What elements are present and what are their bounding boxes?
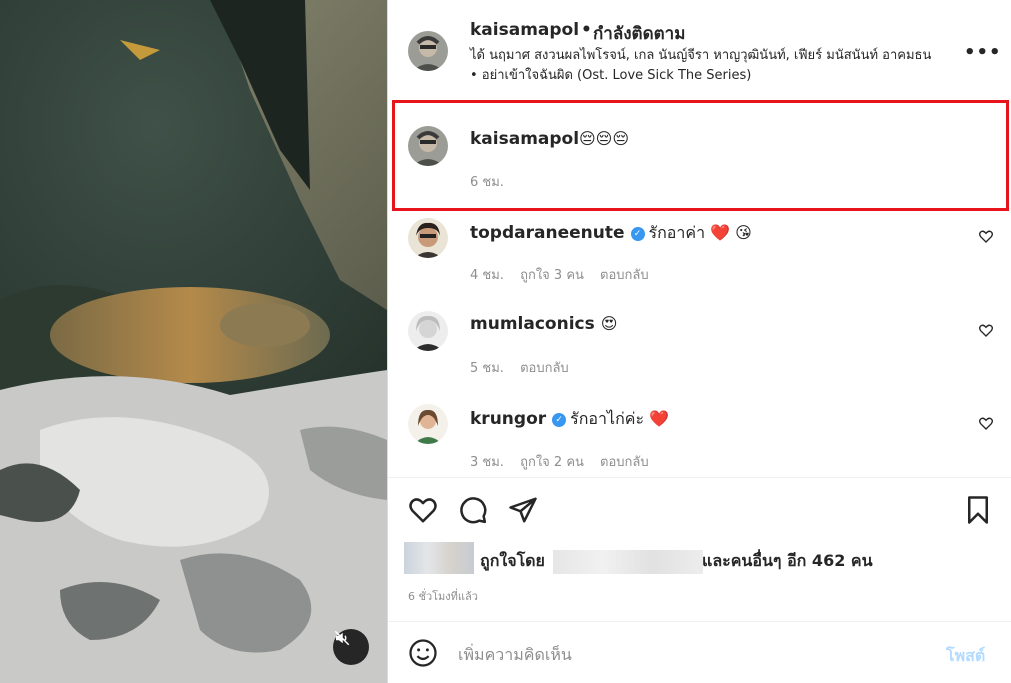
- actions-divider: [388, 477, 1011, 478]
- comment-like-icon[interactable]: [978, 415, 994, 431]
- comment-text: รักอาไก่ค่ะ ❤️: [570, 409, 670, 428]
- comment-username[interactable]: topdaraneenute ✓ รักอาค่า ❤️ 😘: [470, 221, 752, 246]
- highlight-box: [392, 100, 1009, 211]
- comment-text: รักอาค่า ❤️ 😘: [648, 223, 752, 242]
- reply-button[interactable]: ตอบกลับ: [600, 455, 649, 470]
- comment-time: 3 ชม.: [470, 455, 504, 470]
- comment-likes[interactable]: ถูกใจ 3 คน: [520, 268, 584, 283]
- reply-button[interactable]: ตอบกลับ: [520, 361, 569, 376]
- comment-likes[interactable]: ถูกใจ 2 คน: [520, 455, 584, 470]
- reply-button[interactable]: ตอบกลับ: [600, 268, 649, 283]
- header-separator: •: [581, 20, 592, 40]
- author-avatar[interactable]: [408, 31, 448, 71]
- mute-icon: [334, 630, 350, 646]
- post-button[interactable]: โพสต์: [946, 644, 985, 669]
- more-options-button[interactable]: •••: [964, 42, 1002, 63]
- liker-name-redacted[interactable]: [553, 550, 703, 574]
- comment-like-icon[interactable]: [978, 322, 994, 338]
- comment-time: 5 ชม.: [470, 361, 504, 376]
- comment-username[interactable]: krungor ✓ รักอาไก่ค่ะ ❤️: [470, 407, 669, 432]
- comment-avatar[interactable]: [408, 218, 448, 258]
- comments-panel: kaisamapol • กำลังติดตาม ได้ นฤมาศ สงวนผ…: [388, 0, 1011, 683]
- comment-avatar[interactable]: [408, 404, 448, 444]
- emoji-icon[interactable]: [408, 638, 438, 668]
- comment-meta: 3 ชม. ถูกใจ 2 คน ตอบกลับ: [470, 451, 661, 472]
- comment-avatar[interactable]: [408, 311, 448, 351]
- mute-button[interactable]: [333, 629, 369, 665]
- comment-meta: 4 ชม. ถูกใจ 3 คน ตอบกลับ: [470, 264, 661, 285]
- video-frame: [0, 0, 387, 683]
- verified-icon: ✓: [630, 227, 645, 241]
- comment-icon[interactable]: [458, 495, 488, 525]
- heart-icon[interactable]: [408, 495, 438, 525]
- likes-suffix[interactable]: และคนอื่นๆ อีก 462 คน: [702, 549, 873, 574]
- audio-attribution[interactable]: ได้ นฤมาศ สงวนผลไพโรจน์, เกล นันญ์จีรา ห…: [470, 46, 940, 86]
- comment-like-icon[interactable]: [978, 228, 994, 244]
- post-time-ago[interactable]: 6 ชั่วโมงที่แล้ว: [408, 587, 478, 605]
- post-video[interactable]: [0, 0, 387, 683]
- bookmark-icon[interactable]: [963, 495, 993, 525]
- share-icon[interactable]: [508, 495, 538, 525]
- composer-divider: [388, 621, 1011, 622]
- follow-status-button[interactable]: กำลังติดตาม: [593, 20, 685, 47]
- likes-prefix: ถูกใจโดย: [480, 551, 545, 570]
- comment-input[interactable]: [458, 640, 928, 668]
- liker-avatars[interactable]: [404, 542, 474, 574]
- author-username[interactable]: kaisamapol: [470, 20, 579, 40]
- comment-text: 😍: [600, 314, 618, 333]
- comment-time: 4 ชม.: [470, 268, 504, 283]
- comment-meta: 5 ชม. ตอบกลับ: [470, 357, 581, 378]
- verified-icon: ✓: [552, 413, 567, 427]
- comment-username[interactable]: mumlaconics 😍: [470, 314, 617, 334]
